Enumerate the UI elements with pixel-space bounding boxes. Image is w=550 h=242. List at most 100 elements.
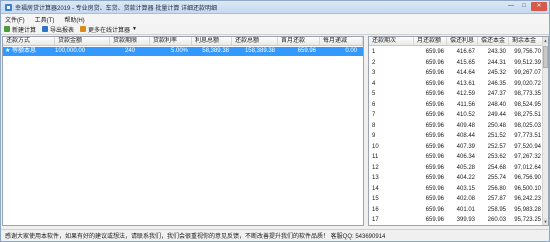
cell-remaining-principal: 95,983.28 xyxy=(514,206,541,213)
cell-monthly-payment: 659.96 xyxy=(425,133,444,139)
new-calculation-button[interactable]: 新建计算 xyxy=(4,25,36,34)
schedule-table-body: 1 659.96 416.67 243.30 99,756.70 2 659.96 415.6… xyxy=(369,47,543,225)
toolbar: 新建计算 导出报表 更多在线计算器 ▼ xyxy=(1,24,549,35)
cell-interest-paid: 411.56 xyxy=(457,101,475,108)
cell-remaining-principal: 98,773.35 xyxy=(514,91,541,97)
col-header-total-interest[interactable]: 利息总额 xyxy=(192,37,232,45)
cell-principal-paid: 247.37 xyxy=(487,91,506,97)
cell-period: 2 xyxy=(372,59,376,66)
cell-principal-paid: 250.48 xyxy=(487,122,506,129)
cell-principal-paid: 244.31 xyxy=(487,59,506,66)
cell-interest-paid: 399.93 xyxy=(456,217,475,223)
cell-interest-paid: 413.61 xyxy=(456,80,475,87)
col-header-first-month[interactable]: 首月还款 xyxy=(278,37,320,45)
table-row[interactable]: 12 659.96 405.28 254.68 97,012.64 xyxy=(369,163,543,174)
col-header-loan-amount[interactable]: 贷款金额 xyxy=(55,37,110,45)
cell-remaining-principal: 99,267.07 xyxy=(514,70,541,76)
menu-help[interactable]: 帮助(H) xyxy=(64,15,84,24)
cell-monthly-payment: 659.96 xyxy=(425,101,444,108)
menu-file[interactable]: 文件(F) xyxy=(5,15,25,24)
cell-interest-paid: 414.64 xyxy=(456,70,475,76)
star-icon: ★ xyxy=(5,48,11,54)
col-header-remaining-principal[interactable]: 剩余本金 xyxy=(509,37,543,45)
cell-principal-paid: 256.80 xyxy=(487,185,506,192)
menu-tools[interactable]: 工具(T) xyxy=(35,15,55,24)
cell-loan-term: 240 xyxy=(124,48,135,54)
window-title: 幸福房贷计算器2019 - 专业房贷、车贷、贷款计算器 批量计算 详细还款明细 xyxy=(15,5,218,12)
table-row[interactable]: 6 659.96 411.56 248.40 98,524.95 xyxy=(369,100,543,111)
schedule-table-header: 还款期次 月还款额 偿还利息 偿还本金 剩余本金 xyxy=(369,37,543,46)
cell-monthly-payment: 659.96 xyxy=(425,112,444,118)
table-row[interactable]: 17 659.96 399.93 260.03 95,723.25 xyxy=(369,215,543,225)
col-header-period[interactable]: 还款期次 xyxy=(369,37,414,45)
cell-period: 17 xyxy=(372,217,379,223)
maximize-button[interactable]: □ xyxy=(518,2,530,11)
col-header-total-repayment[interactable]: 还款总额 xyxy=(232,37,278,45)
more-calculators-label: 更多在线计算器 xyxy=(88,27,131,34)
cell-first-month: 659.96 xyxy=(297,48,316,54)
cell-interest-paid: 404.22 xyxy=(456,175,475,181)
cell-period: 13 xyxy=(372,175,379,181)
scroll-down-icon[interactable]: ▼ xyxy=(543,218,548,225)
col-header-monthly-payment[interactable]: 月还款额 xyxy=(414,37,447,45)
table-row[interactable]: 8 659.96 409.48 250.48 98,025.03 xyxy=(369,121,543,132)
table-row[interactable]: 15 659.96 402.08 257.87 96,242.23 xyxy=(369,194,543,205)
cell-interest-paid: 412.59 xyxy=(456,91,475,97)
col-header-interest-paid[interactable]: 偿还利息 xyxy=(447,37,478,45)
table-row[interactable]: 2 659.96 415.65 244.31 99,512.39 xyxy=(369,58,543,69)
table-row[interactable]: 14 659.96 403.15 256.80 96,500.10 xyxy=(369,184,543,195)
cell-interest-paid: 416.67 xyxy=(456,49,475,55)
cell-loan-amount: 100,000.00 xyxy=(55,48,86,54)
table-row[interactable]: 3 659.96 414.64 245.32 99,267.07 xyxy=(369,68,543,79)
title-bar: 幸福房贷计算器2019 - 专业房贷、车贷、贷款计算器 批量计算 详细还款明细 … xyxy=(1,1,549,14)
vertical-scrollbar[interactable]: ▲ ▼ xyxy=(542,37,548,225)
cell-principal-paid: 243.30 xyxy=(487,49,506,55)
cell-interest-paid: 406.34 xyxy=(456,154,475,160)
cell-monthly-payment: 659.96 xyxy=(425,91,444,97)
table-row[interactable]: 1 659.96 416.67 243.30 99,756.70 xyxy=(369,47,543,58)
calculator-icon xyxy=(80,26,87,32)
table-row[interactable]: 7 659.96 410.52 249.44 98,275.51 xyxy=(369,110,543,121)
cell-remaining-principal: 97,267.32 xyxy=(514,154,541,160)
table-row[interactable]: 5 659.96 412.59 247.37 98,773.35 xyxy=(369,89,543,100)
col-header-principal-paid[interactable]: 偿还本金 xyxy=(478,37,509,45)
cell-monthly-payment: 659.96 xyxy=(425,175,444,181)
minimize-button[interactable]: — xyxy=(505,2,517,11)
cell-period: 1 xyxy=(372,49,376,55)
col-header-interest-rate[interactable]: 贷款利率 xyxy=(150,37,192,45)
table-row[interactable]: 16 659.96 401.01 258.95 95,983.28 xyxy=(369,205,543,216)
export-icon xyxy=(42,26,49,32)
table-row[interactable]: ★ 等额本息 100,000.00 240 5.00% 58,389.38 15… xyxy=(3,47,363,56)
cell-remaining-principal: 97,012.64 xyxy=(514,164,541,171)
cell-principal-paid: 253.62 xyxy=(487,154,506,160)
cell-principal-paid: 246.35 xyxy=(487,80,506,87)
cell-period: 7 xyxy=(372,112,376,118)
table-row[interactable]: 4 659.96 413.61 246.35 99,020.72 xyxy=(369,79,543,90)
cell-remaining-principal: 96,242.23 xyxy=(514,196,541,202)
cell-remaining-principal: 96,500.10 xyxy=(514,185,541,192)
table-row[interactable]: 9 659.96 408.44 251.52 97,773.51 xyxy=(369,131,543,142)
cell-remaining-principal: 99,756.70 xyxy=(514,49,541,55)
export-report-label: 导出报表 xyxy=(50,27,75,34)
close-button[interactable]: ✕ xyxy=(531,2,547,11)
cell-principal-paid: 258.95 xyxy=(487,206,506,213)
col-header-monthly-decrease[interactable]: 每月递减 xyxy=(320,37,363,45)
cell-monthly-payment: 659.96 xyxy=(425,80,444,87)
col-header-repayment-method[interactable]: 还款方式 xyxy=(3,37,55,45)
cell-remaining-principal: 97,773.51 xyxy=(514,133,541,139)
table-row[interactable]: 13 659.96 404.22 255.74 96,756.90 xyxy=(369,173,543,184)
cell-period: 3 xyxy=(372,70,376,76)
scroll-up-icon[interactable]: ▲ xyxy=(543,37,548,44)
cell-period: 8 xyxy=(372,122,376,129)
more-calculators-button[interactable]: 更多在线计算器 ▼ xyxy=(80,25,137,34)
cell-monthly-payment: 659.96 xyxy=(425,122,444,129)
loan-table-header: 还款方式 贷款金额 贷款期限 贷款利率 利息总额 还款总额 首月还款 每月递减 xyxy=(3,37,363,46)
scrollbar-thumb[interactable] xyxy=(543,46,548,68)
cell-remaining-principal: 98,275.51 xyxy=(514,112,541,118)
cell-monthly-payment: 659.96 xyxy=(425,185,444,192)
status-bar: 感谢大家使用本软件，如果有好的建议或想法，请联系我们，我们会很重视你的意见反馈，… xyxy=(1,229,549,241)
table-row[interactable]: 11 659.96 406.34 253.62 97,267.32 xyxy=(369,152,543,163)
col-header-loan-term[interactable]: 贷款期限 xyxy=(110,37,150,45)
export-report-button[interactable]: 导出报表 xyxy=(42,25,74,34)
table-row[interactable]: 10 659.96 407.39 252.57 97,520.94 xyxy=(369,142,543,153)
